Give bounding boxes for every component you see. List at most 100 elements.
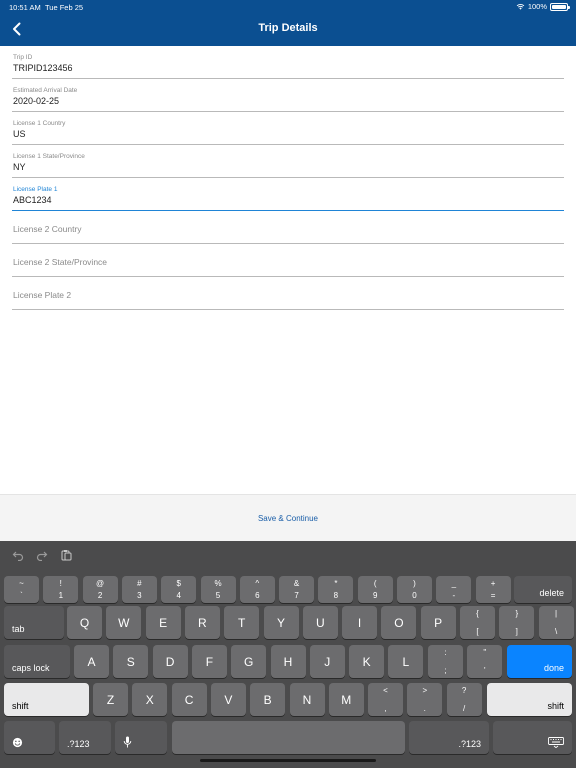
number-key[interactable]: ^ 6: [239, 576, 275, 603]
key-label: O: [394, 615, 404, 630]
delete-key[interactable]: delete: [514, 576, 572, 603]
letter-key[interactable]: K: [349, 645, 385, 678]
license-plate1-field[interactable]: License Plate 1 ABC1234: [12, 178, 564, 211]
number-key[interactable]: * 8: [318, 576, 354, 603]
symbol-key[interactable]: <,: [368, 683, 403, 716]
symbol-key[interactable]: ? /: [446, 683, 482, 716]
letter-key[interactable]: N: [289, 683, 325, 716]
letter-key[interactable]: V: [210, 683, 246, 716]
field-label: License Plate 1: [13, 186, 58, 193]
symbol-key[interactable]: :;: [428, 645, 463, 678]
key-shift-label: _: [451, 579, 457, 588]
key-label: ': [484, 666, 486, 675]
letter-key[interactable]: Z: [93, 683, 128, 716]
key-label: ;: [444, 666, 447, 675]
number-key[interactable]: #3: [121, 576, 157, 603]
page-title: Trip Details: [258, 22, 318, 34]
number-key[interactable]: @2: [82, 576, 118, 603]
letter-key[interactable]: O: [381, 606, 417, 639]
number-key[interactable]: ~ `: [4, 576, 39, 603]
redo-icon[interactable]: [36, 549, 48, 561]
field-value: ABC1234: [13, 195, 52, 205]
key-shift-label: (: [373, 579, 377, 588]
letter-key[interactable]: S: [113, 645, 149, 678]
letter-key[interactable]: T: [224, 606, 260, 639]
key-label: L: [402, 654, 410, 669]
numbers-toggle-right-key[interactable]: .?123: [409, 721, 489, 754]
key-shift-label: :: [444, 648, 447, 657]
letter-key[interactable]: Q: [67, 606, 102, 639]
hide-keyboard-key[interactable]: [493, 721, 572, 754]
letter-key[interactable]: L: [388, 645, 424, 678]
license-plate2-field[interactable]: License Plate 2: [12, 277, 564, 310]
letter-key[interactable]: H: [270, 645, 306, 678]
license2-state-field[interactable]: License 2 State/Province: [12, 244, 564, 277]
key-label: ,: [384, 704, 387, 713]
key-label: 6: [255, 591, 260, 600]
symbol-key[interactable]: | \: [538, 606, 574, 639]
emoji-key[interactable]: [4, 721, 55, 754]
key-shift-label: }: [515, 609, 519, 618]
letter-key[interactable]: F: [191, 645, 227, 678]
shift-left-key[interactable]: shift: [4, 683, 89, 716]
letter-key[interactable]: J: [309, 645, 345, 678]
key-label: T: [238, 615, 246, 630]
letter-key[interactable]: R: [184, 606, 220, 639]
key-label: A: [87, 654, 96, 669]
number-key[interactable]: + =: [475, 576, 511, 603]
key-shift-label: !: [59, 579, 62, 588]
symbol-key[interactable]: " ': [467, 645, 503, 678]
letter-key[interactable]: Y: [263, 606, 299, 639]
number-key[interactable]: % 5: [200, 576, 236, 603]
letter-key[interactable]: B: [250, 683, 286, 716]
key-label: shift: [12, 701, 29, 711]
number-key[interactable]: (9: [357, 576, 393, 603]
key-shift-label: @: [96, 579, 105, 588]
space-bar[interactable]: [172, 721, 405, 754]
letter-key[interactable]: U: [302, 606, 338, 639]
license1-state-field[interactable]: License 1 State/Province NY: [12, 145, 564, 178]
letter-key[interactable]: D: [152, 645, 188, 678]
symbol-key[interactable]: >.: [407, 683, 443, 716]
dictation-key[interactable]: [115, 721, 167, 754]
number-key[interactable]: ! 1: [43, 576, 79, 603]
key-label: R: [198, 615, 207, 630]
number-key[interactable]: $4: [161, 576, 197, 603]
letter-key[interactable]: E: [145, 606, 181, 639]
key-label: 5: [215, 591, 221, 600]
number-key[interactable]: ) 0: [397, 576, 432, 603]
keyboard-dismiss-icon: [548, 737, 564, 748]
key-label: .?123: [67, 739, 90, 749]
number-key[interactable]: _ -: [436, 576, 472, 603]
key-label: C: [184, 692, 194, 707]
caps-lock-key[interactable]: caps lock: [4, 645, 70, 678]
shift-right-key[interactable]: shift: [487, 683, 572, 716]
arrival-date-field[interactable]: Estimated Arrival Date 2020-02-25: [12, 79, 564, 112]
license2-country-field[interactable]: License 2 Country: [12, 211, 564, 244]
paste-icon[interactable]: [60, 549, 72, 561]
navigation-bar: 10:51 AM Tue Feb 25 100% Trip Details: [0, 0, 576, 46]
symbol-key[interactable]: }]: [499, 606, 535, 639]
letter-key[interactable]: A: [74, 645, 109, 678]
letter-key[interactable]: I: [342, 606, 378, 639]
key-shift-label: <: [383, 686, 388, 695]
license1-country-field[interactable]: License 1 Country US: [12, 112, 564, 145]
letter-key[interactable]: C: [171, 683, 207, 716]
letter-key[interactable]: P: [420, 606, 456, 639]
letter-key[interactable]: W: [106, 606, 142, 639]
key-label: 2: [97, 591, 103, 600]
undo-icon[interactable]: [12, 549, 24, 561]
trip-id-field[interactable]: Trip ID TRIPID123456: [12, 46, 564, 79]
key-label: 4: [176, 591, 181, 600]
done-key[interactable]: done: [507, 645, 572, 678]
tab-key[interactable]: tab: [4, 606, 64, 639]
numbers-toggle-left-key[interactable]: .?123: [59, 721, 111, 754]
key-label: Q: [79, 615, 90, 630]
key-label: E: [159, 615, 168, 630]
letter-key[interactable]: M: [328, 683, 364, 716]
letter-key[interactable]: G: [231, 645, 267, 678]
letter-key[interactable]: X: [132, 683, 168, 716]
save-continue-button[interactable]: Save & Continue: [0, 514, 576, 523]
symbol-key[interactable]: {[: [460, 606, 495, 639]
number-key[interactable]: & 7: [279, 576, 315, 603]
